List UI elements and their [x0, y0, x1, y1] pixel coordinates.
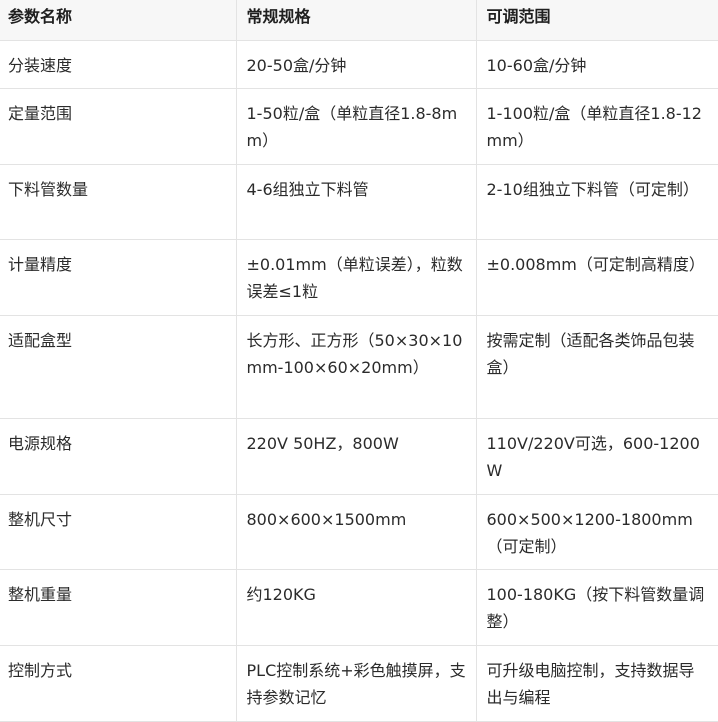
param-name-cell: 定量范围 — [0, 87, 237, 165]
standard-spec-cell: 长方形、正方形（50×30×10mm-100×60×20mm） — [235, 314, 477, 419]
table-body: 分装速度 20-50盒/分钟 10-60盒/分钟 定量范围 1-50粒/盒（单粒… — [0, 39, 718, 722]
header-standard-spec: 常规规格 — [235, 0, 477, 41]
table-row: 适配盒型 长方形、正方形（50×30×10mm-100×60×20mm） 按需定… — [0, 314, 718, 419]
standard-spec-cell: 4-6组独立下料管 — [235, 163, 477, 240]
table-row: 下料管数量 4-6组独立下料管 2-10组独立下料管（可定制） — [0, 163, 718, 240]
table-header: 参数名称 常规规格 可调范围 — [0, 0, 718, 41]
adjustable-range-cell: 按需定制（适配各类饰品包装盒） — [475, 314, 718, 419]
standard-spec-cell: ±0.01mm（单粒误差），粒数误差≤1粒 — [235, 238, 477, 316]
param-name-cell: 计量精度 — [0, 238, 237, 316]
param-name-cell: 整机尺寸 — [0, 493, 237, 570]
adjustable-range-cell: 10-60盒/分钟 — [475, 39, 718, 89]
adjustable-range-cell: 2-10组独立下料管（可定制） — [475, 163, 718, 240]
adjustable-range-cell: 可升级电脑控制，支持数据导出与编程 — [475, 644, 718, 722]
standard-spec-cell: 220V 50HZ，800W — [235, 417, 477, 495]
header-param-name: 参数名称 — [0, 0, 237, 41]
adjustable-range-cell: 1-100粒/盒（单粒直径1.8-12mm） — [475, 87, 718, 165]
header-adjustable-range: 可调范围 — [475, 0, 718, 41]
table-row: 计量精度 ±0.01mm（单粒误差），粒数误差≤1粒 ±0.008mm（可定制高… — [0, 238, 718, 316]
adjustable-range-cell: 100-180KG（按下料管数量调整） — [475, 568, 718, 646]
table-row: 控制方式 PLC控制系统+彩色触摸屏，支持参数记忆 可升级电脑控制，支持数据导出… — [0, 644, 718, 722]
adjustable-range-cell: ±0.008mm（可定制高精度） — [475, 238, 718, 316]
standard-spec-cell: 800×600×1500mm — [235, 493, 477, 570]
standard-spec-cell: 20-50盒/分钟 — [235, 39, 477, 89]
standard-spec-cell: 1-50粒/盒（单粒直径1.8-8mm） — [235, 87, 477, 165]
param-name-cell: 适配盒型 — [0, 314, 237, 419]
param-name-cell: 下料管数量 — [0, 163, 237, 240]
table-row: 电源规格 220V 50HZ，800W 110V/220V可选，600-1200… — [0, 417, 718, 495]
standard-spec-cell: 约120KG — [235, 568, 477, 646]
header-row: 参数名称 常规规格 可调范围 — [0, 0, 718, 41]
table-row: 分装速度 20-50盒/分钟 10-60盒/分钟 — [0, 39, 718, 89]
param-name-cell: 控制方式 — [0, 644, 237, 722]
adjustable-range-cell: 600×500×1200-1800mm（可定制） — [475, 493, 718, 570]
spec-table: 参数名称 常规规格 可调范围 分装速度 20-50盒/分钟 10-60盒/分钟 … — [0, 0, 718, 722]
standard-spec-cell: PLC控制系统+彩色触摸屏，支持参数记忆 — [235, 644, 477, 722]
table-row: 整机重量 约120KG 100-180KG（按下料管数量调整） — [0, 568, 718, 646]
adjustable-range-cell: 110V/220V可选，600-1200W — [475, 417, 718, 495]
param-name-cell: 整机重量 — [0, 568, 237, 646]
param-name-cell: 分装速度 — [0, 39, 237, 89]
table-row: 整机尺寸 800×600×1500mm 600×500×1200-1800mm（… — [0, 493, 718, 570]
param-name-cell: 电源规格 — [0, 417, 237, 495]
table-row: 定量范围 1-50粒/盒（单粒直径1.8-8mm） 1-100粒/盒（单粒直径1… — [0, 87, 718, 165]
